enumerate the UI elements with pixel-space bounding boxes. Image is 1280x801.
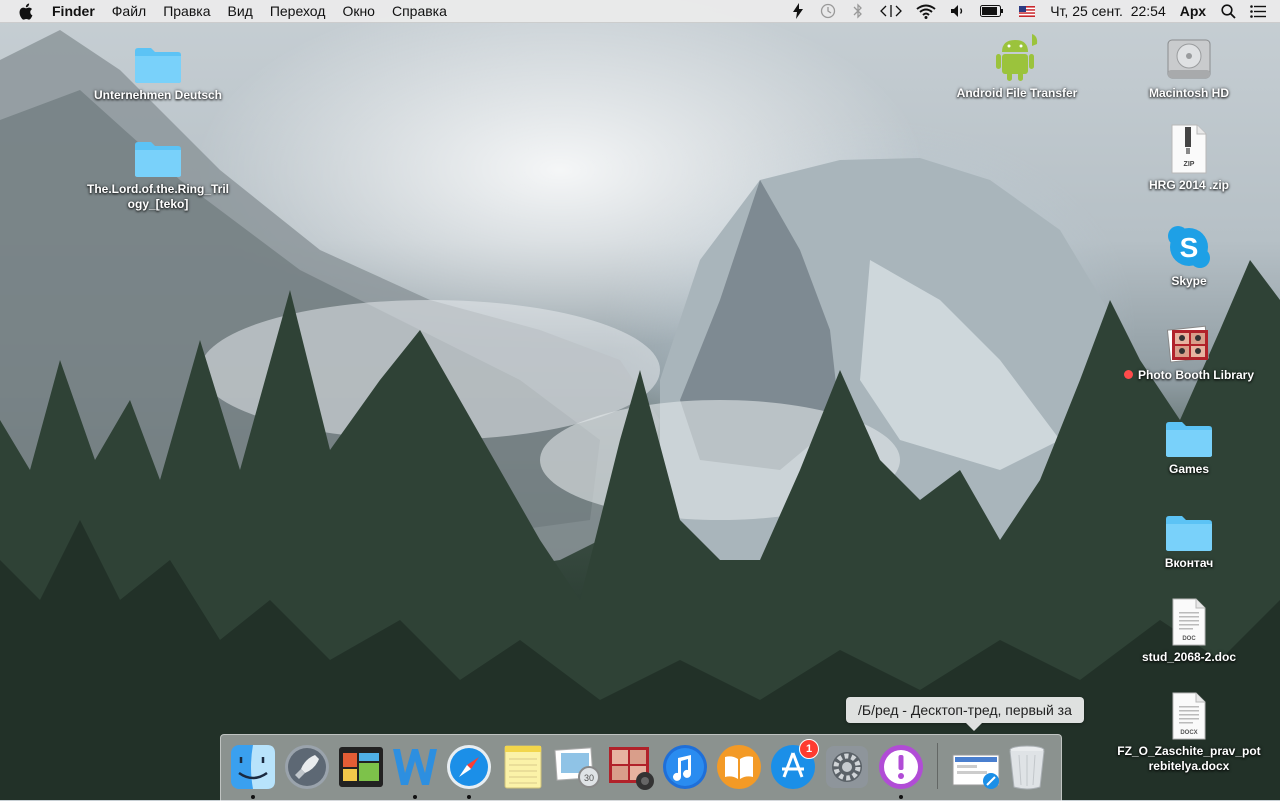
finder-icon bbox=[231, 745, 275, 789]
launchpad-icon bbox=[285, 745, 329, 789]
desktop-icon-photo-booth-library[interactable]: Photo Booth Library bbox=[1114, 312, 1264, 383]
dashboard-icon bbox=[339, 747, 383, 787]
desktop-icon-stud-doc[interactable]: DOC stud_2068-2.doc bbox=[1114, 594, 1264, 665]
file-type-badge: DOC bbox=[1182, 636, 1196, 642]
desktop-icon-label: Macintosh HD bbox=[1148, 86, 1229, 100]
running-indicator bbox=[899, 795, 903, 799]
dock-dashboard[interactable] bbox=[337, 743, 385, 791]
dock-separator bbox=[937, 743, 938, 789]
alert-app-icon bbox=[879, 745, 923, 789]
bluetooth-icon[interactable] bbox=[850, 3, 866, 19]
desktop-icon-macintosh-hd[interactable]: Macintosh HD bbox=[1114, 30, 1264, 101]
folder-icon bbox=[1163, 406, 1215, 458]
running-indicator bbox=[413, 795, 417, 799]
menu-window[interactable]: Окно bbox=[342, 3, 375, 19]
dock-photo-booth[interactable] bbox=[607, 743, 655, 791]
desktop-icon-lord-of-the-rings[interactable]: The.Lord.of.the.Ring_Trilogy_[teko] bbox=[83, 126, 233, 212]
desktop-icon-games[interactable]: Games bbox=[1114, 406, 1264, 477]
running-indicator bbox=[251, 795, 255, 799]
running-indicator bbox=[467, 795, 471, 799]
menu-view[interactable]: Вид bbox=[228, 3, 253, 19]
docx-file-icon: DOCX bbox=[1163, 688, 1215, 740]
dock-finder[interactable] bbox=[229, 743, 277, 799]
desktop-icon-label: Unternehmen Deutsch bbox=[93, 88, 223, 102]
dock-trash[interactable] bbox=[1005, 743, 1053, 791]
itunes-icon bbox=[663, 745, 707, 789]
desktop-icon-label: HRG 2014 .zip bbox=[1148, 178, 1230, 192]
dock-downloads-stack[interactable] bbox=[951, 743, 1000, 791]
photo-booth-library-icon bbox=[1163, 312, 1215, 364]
apple-menu-icon[interactable] bbox=[18, 3, 36, 20]
wallpaper-yosemite bbox=[0, 30, 1280, 800]
dock-system-preferences[interactable] bbox=[823, 743, 871, 791]
dock-ibooks[interactable] bbox=[715, 743, 763, 791]
system-preferences-icon bbox=[826, 746, 868, 788]
app-store-update-badge: 1 bbox=[799, 739, 819, 759]
zip-file-icon: ZIP bbox=[1163, 122, 1215, 174]
desktop-icon-hrg-zip[interactable]: ZIP HRG 2014 .zip bbox=[1114, 122, 1264, 193]
doc-file-icon: DOC bbox=[1163, 594, 1215, 646]
desktop-icon-android-file-transfer[interactable]: Android File Transfer bbox=[942, 30, 1092, 101]
airplay-code-icon[interactable] bbox=[880, 3, 903, 19]
spotlight-search-icon[interactable] bbox=[1220, 3, 1236, 19]
folder-icon bbox=[132, 32, 184, 84]
ibooks-icon bbox=[717, 745, 761, 789]
dock: 30 1 bbox=[220, 734, 1062, 801]
dock-word[interactable] bbox=[391, 743, 439, 799]
wifi-icon[interactable] bbox=[916, 3, 936, 19]
desktop-icon-label: The.Lord.of.the.Ring_Trilogy_[teko] bbox=[87, 182, 229, 211]
folder-icon bbox=[1163, 500, 1215, 552]
dock-app-store[interactable]: 1 bbox=[769, 739, 819, 791]
desktop-icon-label: FZ_O_Zaschite_prav_potrebitelya.docx bbox=[1117, 744, 1261, 773]
file-type-badge: ZIP bbox=[1184, 161, 1195, 168]
dock-launchpad[interactable] bbox=[283, 743, 331, 791]
menu-file[interactable]: Файл bbox=[112, 3, 146, 19]
menu-bar: Finder Файл Правка Вид Переход Окно Спра… bbox=[0, 0, 1280, 23]
downloads-stack-icon bbox=[952, 754, 1000, 789]
menu-app-finder[interactable]: Finder bbox=[52, 3, 95, 19]
desktop-icon-vkontach[interactable]: Вконтач bbox=[1114, 500, 1264, 571]
desktop-icon-skype[interactable]: S Skype bbox=[1114, 218, 1264, 289]
menubar-user[interactable]: Арх bbox=[1180, 3, 1206, 19]
menu-help[interactable]: Справка bbox=[392, 3, 447, 19]
dock-alert-app[interactable] bbox=[877, 743, 925, 799]
photo-booth-icon bbox=[609, 747, 654, 790]
dock-tooltip: /Б/ред - Десктоп-тред, первый за bbox=[846, 697, 1084, 731]
safari-icon bbox=[447, 745, 491, 789]
desktop-icon-fz-docx[interactable]: DOCX FZ_O_Zaschite_prav_potrebitelya.doc… bbox=[1114, 688, 1264, 774]
dock-notes[interactable] bbox=[499, 743, 547, 791]
desktop-icon-label: Вконтач bbox=[1164, 556, 1214, 570]
word-icon bbox=[393, 749, 437, 785]
notification-center-icon[interactable] bbox=[1250, 3, 1266, 19]
desktop-icon-label: Android File Transfer bbox=[956, 86, 1078, 100]
svg-text:30: 30 bbox=[584, 773, 594, 783]
menubar-clock[interactable]: Чт, 25 сент. 22:54 bbox=[1050, 3, 1166, 19]
time-machine-icon[interactable] bbox=[820, 3, 836, 19]
menu-go[interactable]: Переход bbox=[270, 3, 326, 19]
android-icon bbox=[991, 30, 1043, 82]
volume-icon[interactable] bbox=[950, 3, 966, 19]
file-type-badge: DOCX bbox=[1180, 730, 1197, 736]
menu-edit[interactable]: Правка bbox=[163, 3, 210, 19]
desktop-icon-label: Skype bbox=[1171, 274, 1207, 288]
red-tag-icon bbox=[1124, 370, 1133, 379]
hard-drive-icon bbox=[1163, 30, 1215, 82]
desktop-icon-label: stud_2068-2.doc bbox=[1141, 650, 1237, 664]
desktop-icon-unternehmen-deutsch[interactable]: Unternehmen Deutsch bbox=[83, 32, 233, 103]
folder-icon bbox=[132, 126, 184, 178]
dock-preview[interactable]: 30 bbox=[553, 743, 601, 791]
preview-icon: 30 bbox=[554, 747, 600, 788]
desktop-icon-label: Games bbox=[1168, 462, 1210, 476]
desktop-icon-label-text: Photo Booth Library bbox=[1138, 368, 1254, 382]
notes-icon bbox=[504, 745, 542, 789]
skype-icon: S bbox=[1163, 218, 1215, 270]
battery-icon[interactable] bbox=[980, 3, 1004, 19]
power-icon[interactable] bbox=[790, 3, 806, 19]
trash-icon bbox=[1009, 745, 1045, 790]
dock-safari[interactable] bbox=[445, 743, 493, 799]
desktop-icon-label: Photo Booth Library bbox=[1114, 368, 1264, 383]
svg-text:S: S bbox=[1180, 232, 1199, 263]
dock-itunes[interactable] bbox=[661, 743, 709, 791]
input-source-us-flag-icon[interactable] bbox=[1018, 3, 1036, 19]
